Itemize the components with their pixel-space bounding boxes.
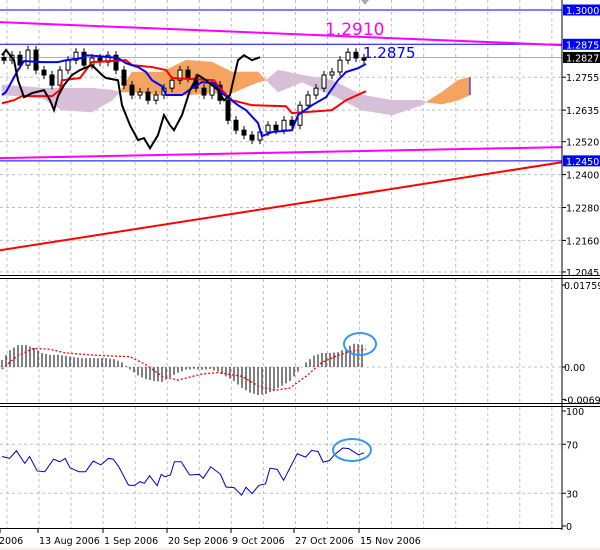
cloud-segment-bullish xyxy=(231,71,259,94)
rsi-highlight-ellipse xyxy=(332,438,372,462)
price-level-label: 1.3000 xyxy=(566,6,599,17)
time-tick-label: 20 Sep 2006 xyxy=(168,536,228,547)
candle-body xyxy=(313,87,319,96)
macd-tick-label: 0.00 xyxy=(564,363,585,374)
cloud-segment-bearish xyxy=(265,69,279,93)
price-level-label: 1.2875 xyxy=(566,40,599,51)
price-level-label: 1.2827 xyxy=(566,53,599,64)
price-tick-label: 1.2520 xyxy=(566,138,599,149)
cloud-segment-bullish xyxy=(425,91,443,105)
candle-body xyxy=(137,91,143,96)
cloud-segment-bearish xyxy=(391,99,423,116)
cloud-segment-bearish xyxy=(277,69,303,93)
candle-body xyxy=(337,59,343,73)
annotation-level: 1.2875 xyxy=(363,44,416,62)
candle-body xyxy=(241,129,247,136)
price-axis: 1.2755 1.2635 1.2520 1.2400 1.2280 1.2160 1.20… xyxy=(562,4,600,533)
candle-body xyxy=(233,119,239,131)
price-tick-label: 1.2755 xyxy=(566,73,599,84)
candle-body xyxy=(65,59,71,71)
chart-shift-marker[interactable] xyxy=(361,0,369,5)
cloud-segment-bearish xyxy=(91,87,113,113)
macd-tick-label: 0.01759 xyxy=(564,281,600,292)
time-tick-label: 2006 xyxy=(0,536,23,547)
cloud-segment-bearish xyxy=(111,89,121,101)
candle-body xyxy=(201,87,207,96)
candle-body xyxy=(225,99,231,121)
candle-body xyxy=(41,69,47,76)
candle-body xyxy=(329,71,335,76)
annotation-high: 1.2910 xyxy=(325,20,384,40)
candle-body xyxy=(145,91,151,101)
cloud-segment-bearish xyxy=(61,87,93,113)
candle-body xyxy=(249,134,255,141)
trendline-upper xyxy=(0,21,563,47)
time-tick-label: 27 Oct 2006 xyxy=(295,536,354,547)
trendline-support xyxy=(0,161,563,252)
candle-body xyxy=(281,119,287,131)
price-tick-label: 1.2400 xyxy=(566,171,599,182)
rsi-line xyxy=(1,447,365,497)
rsi-tick-label: 100 xyxy=(566,407,584,418)
price-tick-label: 1.2045 xyxy=(566,268,599,279)
candle-body xyxy=(345,51,351,61)
candle-body xyxy=(49,74,55,86)
cloud-segment-bearish xyxy=(1,84,23,97)
candle-body xyxy=(273,124,279,131)
candle-body xyxy=(353,51,359,59)
macd-tick-label: -0.00695 xyxy=(564,395,600,406)
rsi-panel xyxy=(1,447,365,497)
time-tick-label: 13 Aug 2006 xyxy=(39,536,100,547)
rsi-tick-label: 30 xyxy=(566,489,578,500)
price-tick-label: 1.2635 xyxy=(566,106,599,117)
rsi-tick-label: 70 xyxy=(566,440,578,451)
trendline-lower xyxy=(0,146,563,160)
candle-body xyxy=(169,79,175,89)
candle-body xyxy=(153,94,159,101)
price-level-label: 1.2450 xyxy=(566,157,599,168)
candle-body xyxy=(265,124,271,133)
rsi-tick-label: 0 xyxy=(566,522,572,533)
time-tick-label: 9 Oct 2006 xyxy=(232,536,285,547)
time-axis: 2006 13 Aug 2006 1 Sep 2006 20 Sep 2006 9 Oc… xyxy=(0,529,421,547)
macd-signal-line xyxy=(1,347,367,391)
macd-panel xyxy=(1,343,367,395)
cloud-segment-bullish xyxy=(441,79,459,105)
candle-body xyxy=(185,69,191,79)
cloud-segment-bearish xyxy=(361,94,393,116)
candle-body xyxy=(121,69,127,86)
candle-body xyxy=(305,94,311,106)
candle-body xyxy=(1,56,7,61)
trading-chart[interactable]: 1.2910 1.2875 1.27551.26351.25201.24001.… xyxy=(0,0,600,550)
candle-body xyxy=(33,49,39,71)
price-tick-label: 1.2280 xyxy=(566,203,599,214)
price-tick-label: 1.2160 xyxy=(566,236,599,247)
candle-body xyxy=(321,74,327,89)
candle-body xyxy=(129,84,135,96)
cloud-segment-bullish xyxy=(457,76,471,101)
time-tick-label: 15 Nov 2006 xyxy=(360,536,421,547)
time-tick-label: 1 Sep 2006 xyxy=(104,536,158,547)
candle-body xyxy=(25,49,31,66)
